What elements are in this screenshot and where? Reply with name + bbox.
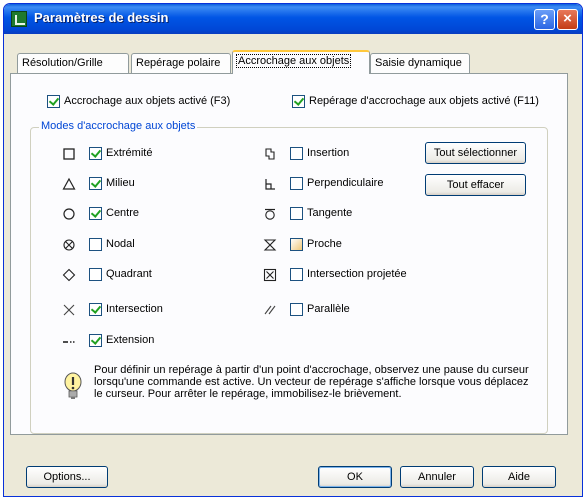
quadrant-label: Quadrant (106, 268, 152, 280)
tab-resolution-grille[interactable]: Résolution/Grille (17, 53, 129, 73)
close-button[interactable]: × (557, 9, 578, 30)
tab-reperage-polaire[interactable]: Repérage polaire (131, 53, 231, 73)
cancel-button[interactable]: Annuler (400, 466, 474, 488)
tab-saisie-dynamique[interactable]: Saisie dynamique (370, 53, 470, 73)
tab-accrochage-label: Accrochage aux objets (235, 54, 352, 68)
insertion-checkbox[interactable] (290, 147, 303, 160)
tangent-checkbox[interactable] (290, 207, 303, 220)
x-cross-icon (63, 304, 75, 316)
square-icon (63, 148, 75, 160)
select-all-button[interactable]: Tout sélectionner (425, 142, 526, 164)
intersection-checkbox[interactable] (89, 303, 102, 316)
apparent-intersection-label: Intersection projetée (307, 268, 407, 280)
tracking-enabled-label: Repérage d'accrochage aux objets activé … (309, 95, 539, 107)
node-label: Nodal (106, 238, 135, 250)
snap-enabled-checkbox[interactable] (47, 95, 60, 108)
triangle-icon (62, 177, 76, 190)
endpoint-checkbox[interactable] (89, 147, 102, 160)
extension-checkbox[interactable] (89, 334, 102, 347)
info-text: Pour définir un repérage à partir d'un p… (94, 364, 529, 400)
insertion-label: Insertion (307, 147, 350, 159)
tangent-label: Tangente (307, 207, 353, 219)
center-checkbox[interactable] (89, 207, 102, 220)
help-button[interactable]: Aide (482, 466, 556, 488)
options-button[interactable]: Options... (26, 466, 108, 488)
nearest-checkbox[interactable] (290, 238, 303, 251)
ok-button[interactable]: OK (318, 466, 392, 488)
apparent-intersection-checkbox[interactable] (290, 268, 303, 281)
insertion-icon (265, 148, 275, 160)
help-title-button[interactable]: ? (534, 9, 555, 30)
tangent-icon (265, 208, 275, 220)
node-checkbox[interactable] (89, 238, 102, 251)
perpendicular-label: Perpendiculaire (307, 177, 384, 189)
tab-accrochage-aux-objets[interactable]: Accrochage aux objets (232, 50, 370, 74)
lightbulb-icon (64, 372, 82, 399)
boxed-x-icon (263, 268, 277, 282)
title-bar[interactable]: Paramètres de dessin ? × (4, 4, 582, 34)
quadrant-checkbox[interactable] (89, 268, 102, 281)
app-icon (11, 11, 27, 27)
clear-all-button[interactable]: Tout effacer (425, 174, 526, 196)
modes-group-title: Modes d'accrochage aux objets (39, 120, 198, 132)
endpoint-label: Extrémité (106, 147, 153, 159)
dashed-line-icon (63, 341, 75, 343)
hourglass-icon (263, 239, 277, 251)
tracking-enabled-checkbox[interactable] (292, 95, 305, 108)
parallel-checkbox[interactable] (290, 303, 303, 316)
nearest-label: Proche (307, 238, 342, 250)
circle-icon (63, 208, 75, 220)
diamond-icon (62, 268, 76, 282)
parallel-label: Parallèle (307, 303, 350, 315)
node-icon (63, 239, 75, 251)
perpendicular-icon (265, 179, 275, 190)
intersection-label: Intersection (106, 303, 163, 315)
extension-label: Extension (106, 334, 155, 346)
midpoint-label: Milieu (106, 177, 135, 189)
perpendicular-checkbox[interactable] (290, 177, 303, 190)
window-title: Paramètres de dessin (34, 10, 169, 25)
snap-enabled-label: Accrochage aux objets activé (F3) (64, 95, 231, 107)
midpoint-checkbox[interactable] (89, 177, 102, 190)
center-label: Centre (106, 207, 140, 219)
parallel-icon (264, 305, 276, 315)
